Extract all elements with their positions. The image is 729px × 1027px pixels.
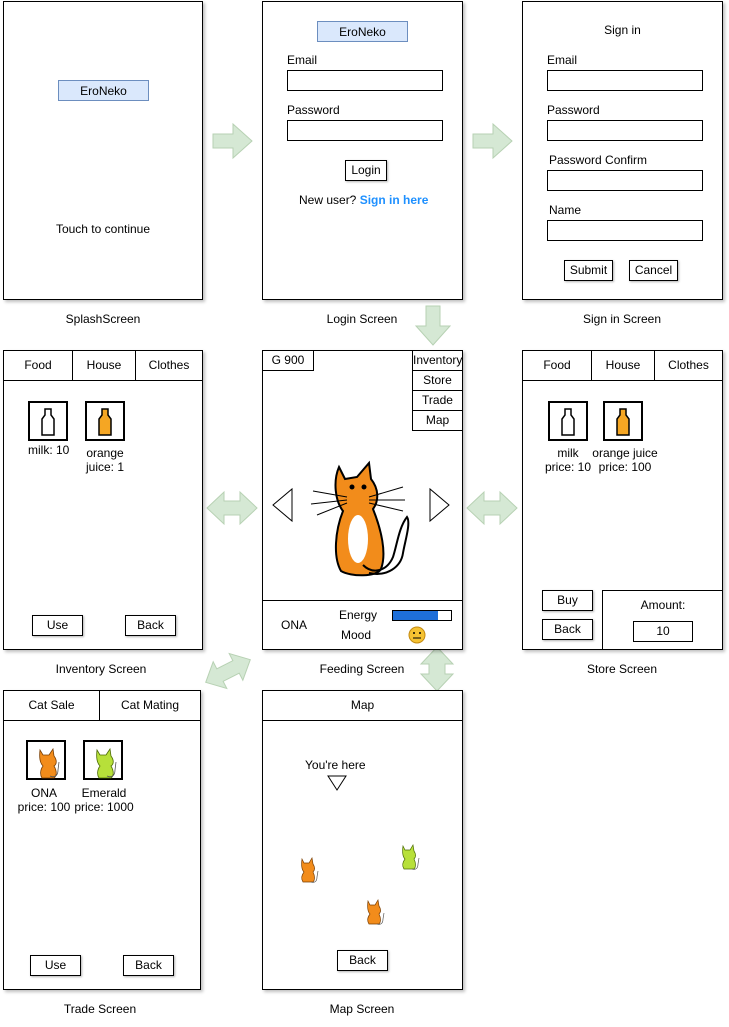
map-orange-cat-icon[interactable] [362,897,388,927]
orange-juice-icon [616,408,630,436]
password-confirm-field[interactable] [547,170,703,191]
password-label: Password [287,103,340,117]
item-label: milk: 10 [28,443,70,457]
new-user-row: New user? Sign in here [299,193,428,207]
energy-bar-fill [393,611,439,620]
cat-price: price: 100 [17,800,71,814]
back-button[interactable]: Back [123,955,174,976]
gold-counter: G 900 [262,350,314,371]
store-screen: Food House Clothes milk price: 10 orange… [522,350,723,650]
tab-cat-sale[interactable]: Cat Sale [3,690,100,721]
trade-item-emerald[interactable] [83,740,123,780]
signin-caption: Sign in Screen [582,312,662,326]
map-green-cat-icon[interactable] [397,842,423,872]
signin-screen: Sign in Email Password Password Confirm … [522,1,723,300]
menu-item-inventory[interactable]: Inventory [412,350,463,371]
app-logo: EroNeko [317,21,408,42]
back-button[interactable]: Back [125,615,176,636]
energy-bar [392,610,452,621]
tab-clothes[interactable]: Clothes [654,350,723,381]
touch-to-continue-text[interactable]: Touch to continue [4,222,202,236]
item-price: price: 100 [598,460,652,474]
cat-illustration[interactable] [297,457,437,577]
you-are-here-label: You're here [305,758,366,772]
tab-food[interactable]: Food [522,350,592,381]
map-screen: Map You're here Back [262,690,463,990]
store-item-milk[interactable] [548,401,588,441]
cat-name: ONA [30,786,57,800]
orange-cat-icon [39,747,60,779]
back-button[interactable]: Back [542,619,593,640]
feeding-screen: G 900 Inventory Store Trade Map ONA Ener… [262,350,463,650]
splash-screen[interactable]: EroNeko Touch to continue [3,1,203,300]
inventory-item-milk[interactable] [28,401,68,441]
mood-face-icon [408,626,426,644]
arrow-feeding-trade [205,652,251,690]
tab-cat-mating[interactable]: Cat Mating [99,690,201,721]
item-name: orange juice [592,446,658,460]
map-title: Map [262,690,463,721]
tab-clothes[interactable]: Clothes [135,350,203,381]
tab-house[interactable]: House [591,350,655,381]
menu-item-map[interactable]: Map [412,410,463,431]
back-button[interactable]: Back [337,950,388,971]
orange-juice-icon [98,408,112,436]
inventory-screen: Food House Clothes milk: 10 orange juice… [3,350,203,650]
milk-bottle-icon [41,408,55,436]
tab-food[interactable]: Food [3,350,73,381]
amount-input[interactable]: 10 [633,621,693,642]
item-label: orange [86,446,124,460]
splash-caption: SplashScreen [65,312,141,326]
email-label: Email [547,53,578,67]
arrow-feeding-store [466,490,518,526]
name-field[interactable] [547,220,703,241]
trade-item-ona[interactable] [26,740,66,780]
item-label: juice: 1 [85,460,125,474]
email-field[interactable] [547,70,703,91]
inventory-item-orange-juice[interactable] [85,401,125,441]
store-item-orange-juice[interactable] [603,401,643,441]
signin-title: Sign in [604,23,641,37]
map-caption: Map Screen [329,1002,395,1016]
mood-label: Mood [341,628,372,642]
map-orange-cat-icon[interactable] [296,855,322,885]
trade-screen: Cat Sale Cat Mating ONA price: 100 Emera… [3,690,201,990]
password-label: Password [547,103,600,117]
login-screen: EroNeko Email Password Login New user? S… [262,1,463,300]
cat-name: ONA [281,618,308,632]
menu-item-trade[interactable]: Trade [412,390,463,411]
password-field[interactable] [287,120,443,141]
arrow-inventory-feeding [206,490,258,526]
green-cat-icon [96,747,117,779]
milk-bottle-icon [561,408,575,436]
inventory-caption: Inventory Screen [55,662,147,676]
name-label: Name [549,203,582,217]
email-field[interactable] [287,70,443,91]
password-confirm-label: Password Confirm [549,153,648,167]
login-caption: Login Screen [326,312,398,326]
use-button[interactable]: Use [32,615,83,636]
use-button[interactable]: Use [30,955,81,976]
tab-house[interactable]: House [72,350,136,381]
app-logo: EroNeko [58,80,149,101]
sign-in-link[interactable]: Sign in here [360,193,429,207]
energy-label: Energy [339,608,378,622]
menu-item-store[interactable]: Store [412,370,463,391]
submit-button[interactable]: Submit [564,260,613,281]
cat-name: Emerald [81,786,127,800]
password-field[interactable] [547,120,703,141]
location-marker-icon [327,775,347,791]
cat-price: price: 1000 [74,800,134,814]
feeding-caption: Feeding Screen [319,662,405,676]
arrow-splash-to-login [212,122,253,160]
email-label: Email [287,53,318,67]
arrow-login-to-signin [472,122,513,160]
amount-label: Amount: [640,598,686,612]
login-button[interactable]: Login [345,160,387,181]
cancel-button[interactable]: Cancel [629,260,678,281]
store-caption: Store Screen [586,662,658,676]
trade-caption: Trade Screen [63,1002,137,1016]
buy-button[interactable]: Buy [542,590,593,611]
new-user-text: New user? [299,193,357,207]
